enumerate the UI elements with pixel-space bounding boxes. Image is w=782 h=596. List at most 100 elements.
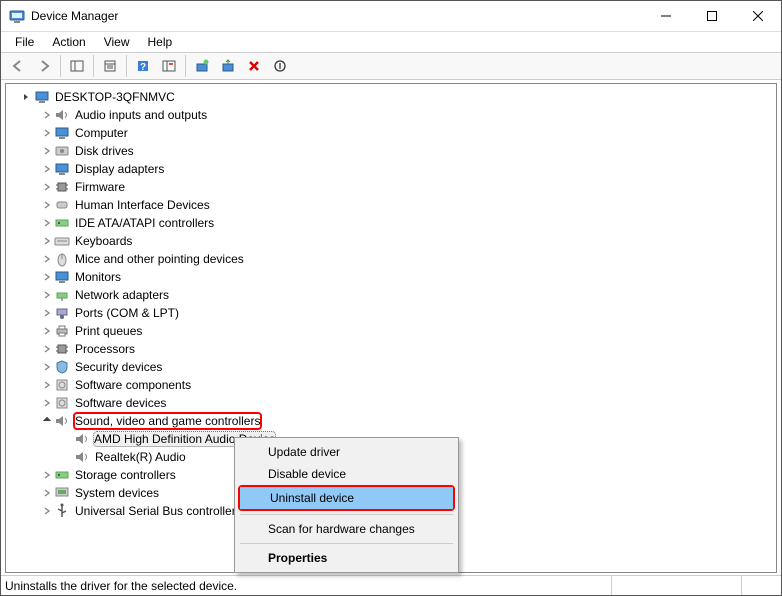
expand-arrow-icon[interactable]	[40, 288, 54, 302]
statusbar-cell	[741, 576, 781, 595]
expand-arrow-icon[interactable]	[40, 216, 54, 230]
keyboard-icon	[54, 233, 70, 249]
tree-item[interactable]: Human Interface Devices	[6, 196, 776, 214]
expand-arrow-icon[interactable]	[40, 396, 54, 410]
tree-item[interactable]: Display adapters	[6, 160, 776, 178]
software-icon	[54, 395, 70, 411]
context-menu: Update driver Disable device Uninstall d…	[234, 437, 459, 573]
tree-root[interactable]: DESKTOP-3QFNMVC	[6, 88, 776, 106]
tree-item[interactable]: Processors	[6, 340, 776, 358]
tree-item-label: Universal Serial Bus controllers	[73, 504, 244, 518]
back-button[interactable]	[6, 54, 30, 78]
expand-arrow-icon[interactable]	[40, 504, 54, 518]
printer-icon	[54, 323, 70, 339]
scan-hardware-button[interactable]	[216, 54, 240, 78]
expand-arrow-icon[interactable]	[40, 468, 54, 482]
tree-item[interactable]: Monitors	[6, 268, 776, 286]
toolbar: ?	[1, 52, 781, 80]
minimize-button[interactable]	[643, 1, 689, 31]
tree-item[interactable]: Computer	[6, 124, 776, 142]
show-hide-console-button[interactable]	[65, 54, 89, 78]
context-properties[interactable]: Properties	[238, 547, 455, 569]
maximize-button[interactable]	[689, 1, 735, 31]
tree-item-label: Monitors	[73, 270, 123, 284]
tree-item-label: Storage controllers	[73, 468, 178, 482]
action-button[interactable]	[157, 54, 181, 78]
tree-root-label: DESKTOP-3QFNMVC	[53, 90, 177, 104]
monitor-icon	[54, 125, 70, 141]
tree-item-label: Computer	[73, 126, 130, 140]
tree-item[interactable]: Mice and other pointing devices	[6, 250, 776, 268]
expand-arrow-icon[interactable]	[40, 180, 54, 194]
tree-item[interactable]: IDE ATA/ATAPI controllers	[6, 214, 776, 232]
expand-arrow-icon[interactable]	[40, 486, 54, 500]
tree-item-label: Network adapters	[73, 288, 171, 302]
app-icon	[9, 8, 25, 24]
menu-help[interactable]: Help	[140, 34, 181, 50]
expand-arrow-icon[interactable]	[20, 90, 34, 104]
tree-item-label: Display adapters	[73, 162, 166, 176]
tree-item[interactable]: Software devices	[6, 394, 776, 412]
forward-button[interactable]	[32, 54, 56, 78]
security-icon	[54, 359, 70, 375]
update-driver-button[interactable]	[190, 54, 214, 78]
menu-view[interactable]: View	[96, 34, 138, 50]
tree-item-sound[interactable]: Sound, video and game controllers	[6, 412, 268, 430]
disable-device-button[interactable]	[268, 54, 292, 78]
expand-arrow-icon[interactable]	[40, 378, 54, 392]
menu-file[interactable]: File	[7, 34, 42, 50]
properties-button[interactable]	[98, 54, 122, 78]
tree-item[interactable]: Print queues	[6, 322, 776, 340]
expand-arrow-icon[interactable]	[40, 162, 54, 176]
expand-arrow-icon[interactable]	[40, 144, 54, 158]
tree-item-realtek-label: Realtek(R) Audio	[93, 450, 188, 464]
expand-arrow-icon[interactable]	[40, 324, 54, 338]
chip-icon	[54, 341, 70, 357]
statusbar-text: Uninstalls the driver for the selected d…	[5, 579, 611, 593]
speaker-icon	[54, 107, 70, 123]
context-uninstall-device[interactable]: Uninstall device	[240, 487, 453, 509]
context-scan-hardware[interactable]: Scan for hardware changes	[238, 518, 455, 540]
collapse-arrow-icon[interactable]	[40, 414, 54, 428]
port-icon	[54, 305, 70, 321]
tree-item-label: Audio inputs and outputs	[73, 108, 209, 122]
expand-arrow-icon[interactable]	[40, 234, 54, 248]
tree-item-sound-label: Sound, video and game controllers	[73, 412, 262, 430]
uninstall-device-button[interactable]	[242, 54, 266, 78]
controller-icon	[54, 215, 70, 231]
tree-item-label: Software devices	[73, 396, 168, 410]
tree-item[interactable]: Audio inputs and outputs	[6, 106, 776, 124]
tree-item-label: System devices	[73, 486, 161, 500]
context-update-driver[interactable]: Update driver	[238, 441, 455, 463]
expand-arrow-icon[interactable]	[40, 108, 54, 122]
tree-item-label: Processors	[73, 342, 137, 356]
expand-arrow-icon[interactable]	[40, 270, 54, 284]
tree-item-label: Firmware	[73, 180, 127, 194]
statusbar: Uninstalls the driver for the selected d…	[1, 575, 781, 595]
titlebar: Device Manager	[1, 1, 781, 32]
tree-item[interactable]: Keyboards	[6, 232, 776, 250]
tree-item-label: Security devices	[73, 360, 164, 374]
svg-text:?: ?	[140, 62, 146, 73]
expand-arrow-icon[interactable]	[40, 342, 54, 356]
context-disable-device[interactable]: Disable device	[238, 463, 455, 485]
tree-item[interactable]: Firmware	[6, 178, 776, 196]
tree-item-label: Print queues	[73, 324, 144, 338]
help-button[interactable]: ?	[131, 54, 155, 78]
expand-arrow-icon[interactable]	[40, 198, 54, 212]
tree-item[interactable]: Software components	[6, 376, 776, 394]
tree-item[interactable]: Security devices	[6, 358, 776, 376]
system-icon	[54, 485, 70, 501]
expand-arrow-icon[interactable]	[40, 306, 54, 320]
speaker-icon	[74, 431, 90, 447]
expand-arrow-icon[interactable]	[40, 360, 54, 374]
tree-item[interactable]: Network adapters	[6, 286, 776, 304]
expand-arrow-icon[interactable]	[40, 252, 54, 266]
close-button[interactable]	[735, 1, 781, 31]
tree-item-label: Software components	[73, 378, 193, 392]
speaker-icon	[74, 449, 90, 465]
tree-item[interactable]: Ports (COM & LPT)	[6, 304, 776, 322]
menu-action[interactable]: Action	[44, 34, 93, 50]
expand-arrow-icon[interactable]	[40, 126, 54, 140]
tree-item[interactable]: Disk drives	[6, 142, 776, 160]
